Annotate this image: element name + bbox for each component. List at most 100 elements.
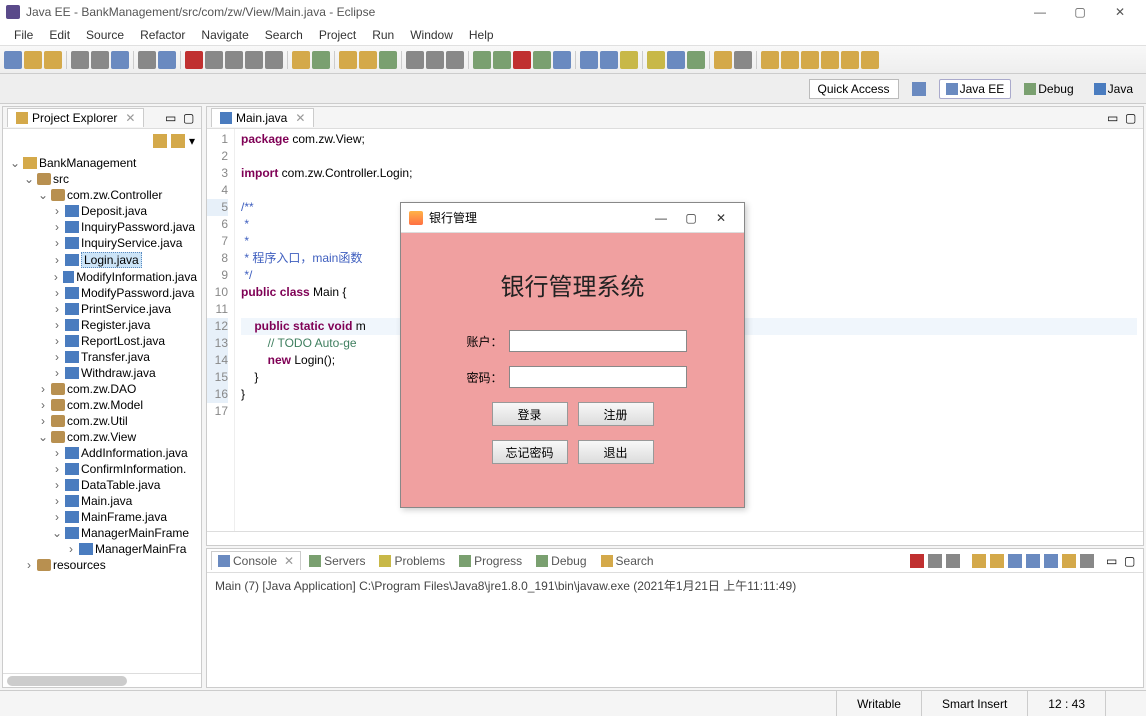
console-menu-icon[interactable] xyxy=(1080,554,1094,568)
menu-run[interactable]: Run xyxy=(364,26,402,44)
minimize-editor-button[interactable]: ▭ xyxy=(1107,111,1121,125)
menu-search[interactable]: Search xyxy=(257,26,311,44)
toolbar-button-39[interactable] xyxy=(861,51,879,69)
console-tab-problems[interactable]: Problems xyxy=(373,552,451,570)
menu-edit[interactable]: Edit xyxy=(41,26,78,44)
dialog-close-button[interactable]: ✕ xyxy=(706,208,736,228)
perspective-java[interactable]: Java xyxy=(1087,79,1140,99)
tree-node[interactable]: ⌄BankManagement xyxy=(5,155,199,171)
toolbar-button-6[interactable] xyxy=(138,51,156,69)
tree-node[interactable]: ›Withdraw.java xyxy=(5,365,199,381)
tree-node[interactable]: ›PrintService.java xyxy=(5,301,199,317)
open-console-icon[interactable] xyxy=(1044,554,1058,568)
toolbar-button-11[interactable] xyxy=(245,51,263,69)
project-tree[interactable]: ⌄BankManagement⌄src⌄com.zw.Controller›De… xyxy=(3,153,201,673)
display-selected-icon[interactable] xyxy=(1026,554,1040,568)
menu-refactor[interactable]: Refactor xyxy=(132,26,193,44)
remove-launch-icon[interactable] xyxy=(928,554,942,568)
tree-node[interactable]: ›ManagerMainFra xyxy=(5,541,199,557)
toolbar-button-32[interactable] xyxy=(714,51,732,69)
close-icon[interactable]: ✕ xyxy=(125,111,135,125)
dialog-maximize-button[interactable]: ▢ xyxy=(676,208,706,228)
close-icon[interactable]: ✕ xyxy=(295,111,305,125)
toolbar-button-4[interactable] xyxy=(91,51,109,69)
toolbar-button-33[interactable] xyxy=(734,51,752,69)
new-console-icon[interactable] xyxy=(1062,554,1076,568)
tree-node[interactable]: ›com.zw.Model xyxy=(5,397,199,413)
tree-node[interactable]: ›Main.java xyxy=(5,493,199,509)
minimize-button[interactable]: — xyxy=(1020,2,1060,22)
tree-node[interactable]: ›InquiryService.java xyxy=(5,235,199,251)
clear-console-icon[interactable] xyxy=(972,554,986,568)
open-perspective-button[interactable] xyxy=(905,79,933,99)
link-editor-icon[interactable] xyxy=(171,134,185,148)
pin-console-icon[interactable] xyxy=(1008,554,1022,568)
tree-node[interactable]: ›InquiryPassword.java xyxy=(5,219,199,235)
toolbar-button-5[interactable] xyxy=(111,51,129,69)
tree-node[interactable]: ›Register.java xyxy=(5,317,199,333)
toolbar-button-26[interactable] xyxy=(580,51,598,69)
toolbar-button-0[interactable] xyxy=(4,51,22,69)
toolbar-button-2[interactable] xyxy=(44,51,62,69)
close-button[interactable]: ✕ xyxy=(1100,2,1140,22)
toolbar-button-14[interactable] xyxy=(312,51,330,69)
menu-file[interactable]: File xyxy=(6,26,41,44)
tree-node[interactable]: ›Deposit.java xyxy=(5,203,199,219)
toolbar-button-37[interactable] xyxy=(821,51,839,69)
toolbar-button-13[interactable] xyxy=(292,51,310,69)
toolbar-button-8[interactable] xyxy=(185,51,203,69)
toolbar-button-27[interactable] xyxy=(600,51,618,69)
register-button[interactable]: 注册 xyxy=(578,402,654,426)
account-input[interactable] xyxy=(509,330,687,352)
toolbar-button-36[interactable] xyxy=(801,51,819,69)
tree-node[interactable]: ›ModifyInformation.java xyxy=(5,269,199,285)
toolbar-button-18[interactable] xyxy=(406,51,424,69)
tree-node[interactable]: ›AddInformation.java xyxy=(5,445,199,461)
editor-scrollbar[interactable] xyxy=(207,531,1143,545)
tree-node[interactable]: ⌄com.zw.Controller xyxy=(5,187,199,203)
toolbar-button-16[interactable] xyxy=(359,51,377,69)
console-tab-progress[interactable]: Progress xyxy=(453,552,528,570)
toolbar-button-25[interactable] xyxy=(553,51,571,69)
console-tab-debug[interactable]: Debug xyxy=(530,552,592,570)
tree-node[interactable]: ›Transfer.java xyxy=(5,349,199,365)
toolbar-button-15[interactable] xyxy=(339,51,357,69)
toolbar-button-38[interactable] xyxy=(841,51,859,69)
toolbar-button-3[interactable] xyxy=(71,51,89,69)
collapse-all-icon[interactable] xyxy=(153,134,167,148)
view-menu-icon[interactable]: ▾ xyxy=(189,134,195,148)
toolbar-button-24[interactable] xyxy=(533,51,551,69)
toolbar-button-7[interactable] xyxy=(158,51,176,69)
dialog-minimize-button[interactable]: — xyxy=(646,208,676,228)
minimize-view-button[interactable]: ▭ xyxy=(165,111,179,125)
maximize-console-button[interactable]: ▢ xyxy=(1124,554,1138,568)
terminate-icon[interactable] xyxy=(910,554,924,568)
tree-node[interactable]: ›MainFrame.java xyxy=(5,509,199,525)
tree-node[interactable]: ›resources xyxy=(5,557,199,573)
tree-node[interactable]: ›com.zw.DAO xyxy=(5,381,199,397)
toolbar-button-30[interactable] xyxy=(667,51,685,69)
menu-window[interactable]: Window xyxy=(402,26,461,44)
toolbar-button-29[interactable] xyxy=(647,51,665,69)
tree-node[interactable]: ›ReportLost.java xyxy=(5,333,199,349)
tree-node[interactable]: ›ConfirmInformation. xyxy=(5,461,199,477)
toolbar-button-19[interactable] xyxy=(426,51,444,69)
tree-node[interactable]: ›DataTable.java xyxy=(5,477,199,493)
toolbar-button-17[interactable] xyxy=(379,51,397,69)
toolbar-button-28[interactable] xyxy=(620,51,638,69)
scroll-lock-icon[interactable] xyxy=(990,554,1004,568)
maximize-editor-button[interactable]: ▢ xyxy=(1125,111,1139,125)
editor-tab[interactable]: Main.java ✕ xyxy=(211,108,314,127)
tree-node[interactable]: ›com.zw.Util xyxy=(5,413,199,429)
quick-access[interactable]: Quick Access xyxy=(809,79,899,99)
maximize-button[interactable]: ▢ xyxy=(1060,2,1100,22)
tree-scrollbar[interactable] xyxy=(3,673,201,687)
tree-node[interactable]: ›Login.java xyxy=(5,251,199,269)
toolbar-button-21[interactable] xyxy=(473,51,491,69)
maximize-view-button[interactable]: ▢ xyxy=(183,111,197,125)
tree-node[interactable]: ⌄ManagerMainFrame xyxy=(5,525,199,541)
toolbar-button-20[interactable] xyxy=(446,51,464,69)
perspective-debug[interactable]: Debug xyxy=(1017,79,1080,99)
toolbar-button-31[interactable] xyxy=(687,51,705,69)
menu-source[interactable]: Source xyxy=(78,26,132,44)
